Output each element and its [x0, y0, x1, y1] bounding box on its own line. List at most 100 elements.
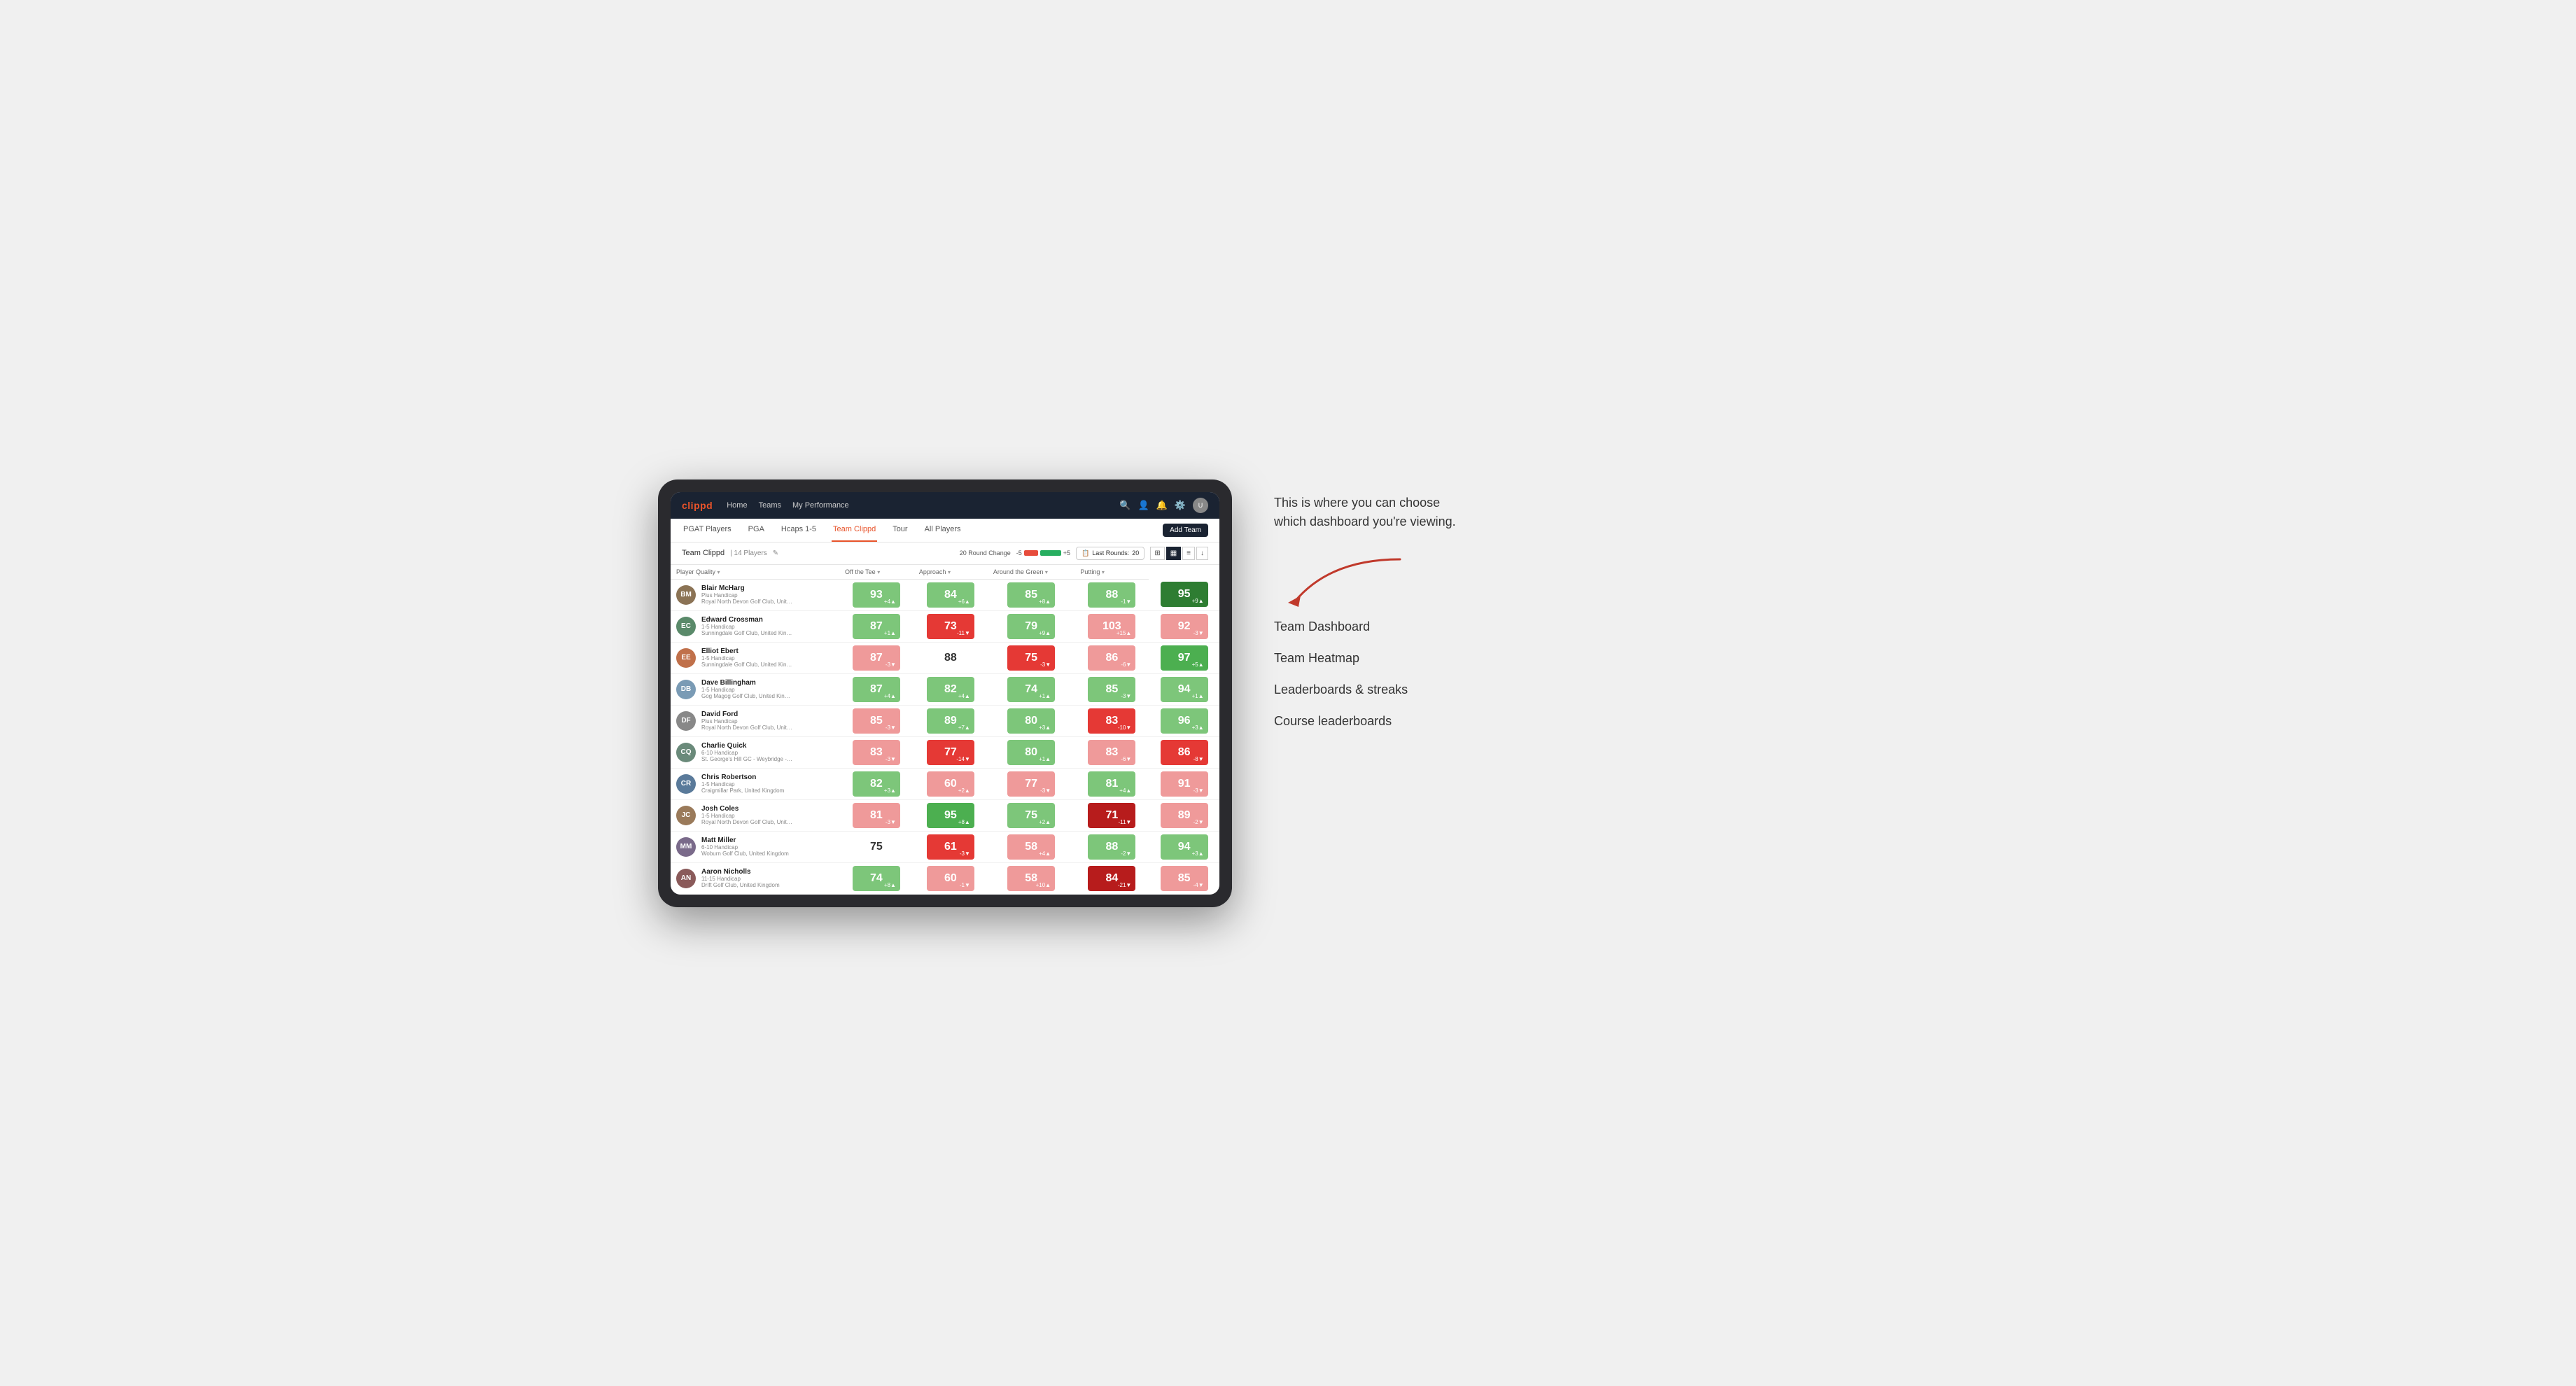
- score-value: 82: [870, 778, 883, 790]
- player-club: Sunningdale Golf Club, United Kingdom: [701, 662, 792, 668]
- add-team-button[interactable]: Add Team: [1163, 524, 1208, 537]
- settings-icon[interactable]: ⚙️: [1175, 500, 1186, 511]
- list-view-button[interactable]: ≡: [1182, 547, 1195, 560]
- last-rounds-button[interactable]: 📋 Last Rounds: 20: [1076, 547, 1144, 560]
- col-approach[interactable]: Approach ▾: [913, 565, 988, 580]
- table-row[interactable]: JC Josh Coles 1-5 Handicap Royal North D…: [671, 799, 1219, 831]
- col-around-green[interactable]: Around the Green ▾: [988, 565, 1075, 580]
- player-cell-8[interactable]: MM Matt Miller 6-10 Handicap Woburn Golf…: [671, 831, 839, 862]
- player-club: Royal North Devon Golf Club, United King…: [701, 819, 792, 825]
- col-off-tee[interactable]: Off the Tee ▾: [839, 565, 913, 580]
- heatmap-view-button[interactable]: ▦: [1166, 547, 1181, 560]
- subnav-pgat[interactable]: PGAT Players: [682, 519, 733, 542]
- score-box: 60 -1▼: [927, 866, 974, 891]
- score-box: 83 -10▼: [1088, 708, 1135, 734]
- last-rounds-value: 20: [1132, 550, 1139, 556]
- player-avatar: DF: [676, 711, 696, 731]
- download-button[interactable]: ↓: [1196, 547, 1208, 560]
- score-cell-5-4: 86 -8▼: [1149, 736, 1219, 768]
- table-row[interactable]: CQ Charlie Quick 6-10 Handicap St. Georg…: [671, 736, 1219, 768]
- player-name: Blair McHarg: [701, 584, 792, 592]
- annotation-items: Team Dashboard Team Heatmap Leaderboards…: [1274, 620, 1918, 729]
- search-icon[interactable]: 🔍: [1119, 500, 1130, 511]
- score-change: +3▲: [884, 788, 896, 794]
- player-handicap: 1-5 Handicap: [701, 687, 792, 693]
- nav-home[interactable]: Home: [727, 500, 747, 511]
- table-row[interactable]: MM Matt Miller 6-10 Handicap Woburn Golf…: [671, 831, 1219, 862]
- player-cell-2[interactable]: EE Elliot Ebert 1-5 Handicap Sunningdale…: [671, 642, 839, 673]
- score-value: 89: [1178, 809, 1191, 822]
- subnav-team-clippd[interactable]: Team Clippd: [832, 519, 877, 542]
- round-change-label: 20 Round Change: [960, 550, 1011, 556]
- score-box: 86 -6▼: [1088, 645, 1135, 671]
- table-row[interactable]: EC Edward Crossman 1-5 Handicap Sunningd…: [671, 610, 1219, 642]
- score-value: 86: [1105, 652, 1118, 664]
- subnav-hcaps[interactable]: Hcaps 1-5: [780, 519, 818, 542]
- score-box: 81 -3▼: [853, 803, 900, 828]
- score-cell-8-4: 94 +3▲: [1149, 831, 1219, 862]
- score-value: 81: [1105, 778, 1118, 790]
- table-row[interactable]: CR Chris Robertson 1-5 Handicap Craigmil…: [671, 768, 1219, 799]
- score-change: +15▲: [1116, 630, 1132, 636]
- score-value: 93: [870, 589, 883, 601]
- nav-teams[interactable]: Teams: [759, 500, 781, 511]
- player-cell-4[interactable]: DF David Ford Plus Handicap Royal North …: [671, 705, 839, 736]
- team-count: | 14 Players: [730, 550, 767, 557]
- player-cell-7[interactable]: JC Josh Coles 1-5 Handicap Royal North D…: [671, 799, 839, 831]
- player-handicap: Plus Handicap: [701, 718, 792, 724]
- last-rounds-label: Last Rounds:: [1092, 550, 1129, 556]
- grid-view-button[interactable]: ⊞: [1150, 547, 1164, 560]
- score-cell-0-2: 85 +8▲: [988, 579, 1075, 610]
- annotation-sidebar: This is where you can choose which dashb…: [1274, 479, 1918, 729]
- annotation-arrow-svg: [1274, 552, 1414, 608]
- score-cell-6-1: 60 +2▲: [913, 768, 988, 799]
- score-change: +7▲: [958, 724, 970, 731]
- score-change: -14▼: [956, 756, 969, 762]
- score-box: 85 +8▲: [1007, 582, 1055, 608]
- player-table: Player Quality ▾ Off the Tee ▾ Approach …: [671, 565, 1219, 895]
- col-player[interactable]: Player Quality ▾: [671, 565, 839, 580]
- score-cell-3-2: 74 +1▲: [988, 673, 1075, 705]
- user-avatar[interactable]: U: [1193, 498, 1208, 513]
- score-box: 91 -3▼: [1161, 771, 1208, 797]
- player-club: Sunningdale Golf Club, United Kingdom: [701, 630, 792, 636]
- score-cell-1-4: 92 -3▼: [1149, 610, 1219, 642]
- nav-my-performance[interactable]: My Performance: [792, 500, 849, 511]
- score-change: -3▼: [960, 850, 970, 857]
- table-row[interactable]: AN Aaron Nicholls 11-15 Handicap Drift G…: [671, 862, 1219, 894]
- col-putting[interactable]: Putting ▾: [1074, 565, 1149, 580]
- person-icon[interactable]: 👤: [1138, 500, 1149, 511]
- score-value: 87: [870, 683, 883, 696]
- subnav-pga[interactable]: PGA: [747, 519, 766, 542]
- player-cell-6[interactable]: CR Chris Robertson 1-5 Handicap Craigmil…: [671, 768, 839, 799]
- table-row[interactable]: DF David Ford Plus Handicap Royal North …: [671, 705, 1219, 736]
- edit-icon[interactable]: ✎: [773, 550, 778, 557]
- score-value: 75: [1025, 809, 1037, 822]
- table-row[interactable]: DB Dave Billingham 1-5 Handicap Gog Mago…: [671, 673, 1219, 705]
- score-value: 84: [944, 589, 957, 601]
- score-box: 87 +4▲: [853, 677, 900, 702]
- table-row[interactable]: BM Blair McHarg Plus Handicap Royal Nort…: [671, 579, 1219, 610]
- player-avatar: BM: [676, 585, 696, 605]
- player-cell-9[interactable]: AN Aaron Nicholls 11-15 Handicap Drift G…: [671, 862, 839, 894]
- score-value: 86: [1178, 746, 1191, 759]
- score-cell-5-3: 83 -6▼: [1074, 736, 1149, 768]
- table-row[interactable]: EE Elliot Ebert 1-5 Handicap Sunningdale…: [671, 642, 1219, 673]
- subnav-all-players[interactable]: All Players: [923, 519, 962, 542]
- bell-icon[interactable]: 🔔: [1156, 500, 1168, 511]
- score-box: 82 +4▲: [927, 677, 974, 702]
- score-value: 60: [944, 872, 957, 885]
- score-box: 61 -3▼: [927, 834, 974, 860]
- player-cell-5[interactable]: CQ Charlie Quick 6-10 Handicap St. Georg…: [671, 736, 839, 768]
- score-change: -1▼: [1121, 598, 1131, 605]
- score-box: 87 -3▼: [853, 645, 900, 671]
- score-value: 73: [944, 620, 957, 633]
- player-cell-3[interactable]: DB Dave Billingham 1-5 Handicap Gog Mago…: [671, 673, 839, 705]
- subnav-tour[interactable]: Tour: [891, 519, 909, 542]
- player-cell-1[interactable]: EC Edward Crossman 1-5 Handicap Sunningd…: [671, 610, 839, 642]
- player-handicap: 6-10 Handicap: [701, 750, 792, 756]
- score-cell-4-0: 85 -3▼: [839, 705, 913, 736]
- player-cell-0[interactable]: BM Blair McHarg Plus Handicap Royal Nort…: [671, 579, 839, 610]
- score-cell-9-0: 74 +8▲: [839, 862, 913, 894]
- pos-bar: [1040, 550, 1061, 556]
